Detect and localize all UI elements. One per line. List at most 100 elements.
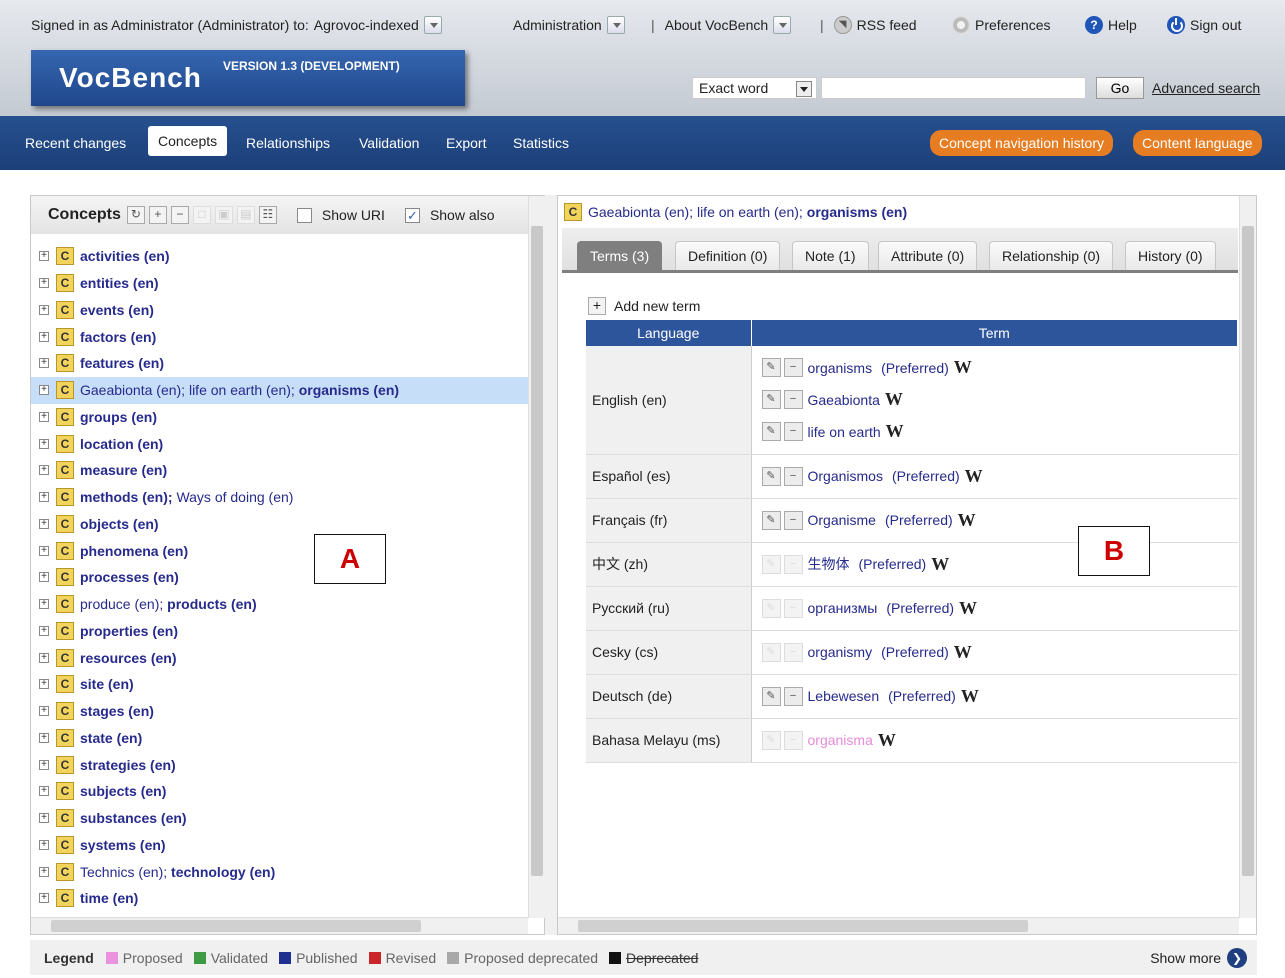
tree-item[interactable]: + Ctime (en)	[31, 885, 531, 912]
remove-icon[interactable]: −	[783, 466, 803, 486]
expand-icon[interactable]: +	[39, 893, 49, 904]
tab-note[interactable]: Note (1)	[792, 241, 869, 270]
tree-item[interactable]: + Cmeasure (en)	[31, 457, 531, 484]
tree-item[interactable]: + Cevents (en)	[31, 297, 531, 324]
expand-icon[interactable]: +	[39, 251, 49, 262]
expand-icon[interactable]: +	[39, 331, 49, 342]
term-value[interactable]: Organismos	[808, 468, 883, 484]
nav-recent-changes[interactable]: Recent changes	[25, 135, 126, 151]
expand-icon[interactable]: +	[39, 411, 49, 422]
tree-item[interactable]: + Cstate (en)	[31, 725, 531, 752]
remove-icon[interactable]: −	[783, 422, 803, 442]
scrollbar-thumb[interactable]	[578, 920, 1028, 932]
expand-icon[interactable]: +	[39, 866, 49, 877]
tab-history[interactable]: History (0)	[1125, 241, 1216, 270]
tree-item[interactable]: + Cgroups (en)	[31, 404, 531, 431]
tree-item[interactable]: + C Gaeabionta (en); life on earth (en); o…	[31, 376, 531, 404]
show-more-button[interactable]: Show more ❯	[1150, 948, 1247, 968]
concept-tree-vertical-scrollbar[interactable]	[528, 196, 545, 918]
expand-icon[interactable]: +	[39, 545, 49, 556]
go-button[interactable]: Go	[1096, 77, 1144, 99]
expand-icon[interactable]: +	[39, 385, 49, 396]
term-value[interactable]: Lebewesen	[808, 688, 880, 704]
expand-icon[interactable]: +	[39, 465, 49, 476]
edit-icon[interactable]: ✎	[761, 390, 781, 410]
concept-tree-horizontal-scrollbar[interactable]	[31, 917, 528, 934]
tree-item[interactable]: + Cproperties (en)	[31, 618, 531, 645]
remove-icon[interactable]: −	[783, 598, 803, 618]
remove-icon[interactable]: −	[783, 358, 803, 378]
scrollbar-thumb[interactable]	[531, 226, 543, 876]
term-value[interactable]: organismy	[808, 644, 873, 660]
tree-item[interactable]: + Cfeatures (en)	[31, 350, 531, 377]
copy-icon[interactable]: □	[192, 206, 211, 224]
tree-item[interactable]: + Cphenomena (en)	[31, 537, 531, 564]
wikipedia-icon[interactable]: W	[885, 389, 903, 410]
expand-icon[interactable]: +	[39, 572, 49, 583]
expand-icon[interactable]: +	[39, 679, 49, 690]
tree-item[interactable]: + Csubjects (en)	[31, 778, 531, 805]
preferences-link[interactable]: Preferences	[952, 16, 1050, 34]
concept-navigation-history-button[interactable]: Concept navigation history	[930, 130, 1113, 156]
sign-out-link[interactable]: Sign out	[1167, 16, 1241, 34]
expand-icon[interactable]: +	[39, 358, 49, 369]
expand-icon[interactable]: +	[39, 625, 49, 636]
show-uri-checkbox[interactable]	[296, 207, 312, 223]
tree-item[interactable]: + Cproduce (en); products (en)	[31, 591, 531, 618]
edit-icon[interactable]: ✎	[761, 466, 781, 486]
about-menu[interactable]: | About VocBench	[651, 16, 792, 34]
tab-definition[interactable]: Definition (0)	[675, 241, 781, 270]
edit-icon[interactable]: ✎	[761, 730, 781, 750]
wikipedia-icon[interactable]: W	[954, 642, 972, 663]
nav-validation[interactable]: Validation	[359, 135, 419, 151]
wikipedia-icon[interactable]: W	[959, 598, 977, 619]
wikipedia-icon[interactable]: W	[965, 466, 983, 487]
remove-icon[interactable]: −	[783, 642, 803, 662]
detail-vertical-scrollbar[interactable]	[1239, 196, 1256, 918]
tree-item[interactable]: + Cactivities (en)	[31, 243, 531, 270]
term-value[interactable]: Gaeabionta	[808, 392, 880, 408]
add-concept-icon[interactable]: +	[148, 206, 167, 224]
wikipedia-icon[interactable]: W	[961, 686, 979, 707]
search-input[interactable]	[821, 77, 1086, 99]
tree-item[interactable]: + Centities (en)	[31, 270, 531, 297]
wikipedia-icon[interactable]: W	[878, 730, 896, 751]
tree-item[interactable]: + Csystems (en)	[31, 832, 531, 859]
expand-icon[interactable]: +	[39, 786, 49, 797]
remove-icon[interactable]: −	[783, 554, 803, 574]
administration-menu[interactable]: Administration	[513, 16, 625, 34]
wikipedia-icon[interactable]: W	[886, 421, 904, 442]
move-icon[interactable]: ▣	[214, 206, 233, 224]
wikipedia-icon[interactable]: W	[958, 510, 976, 531]
refresh-icon[interactable]: ↻	[126, 206, 145, 224]
term-value[interactable]: organisms	[808, 360, 873, 376]
tree-item[interactable]: + Cmethods (en); Ways of doing (en)	[31, 484, 531, 511]
expand-icon[interactable]: +	[39, 759, 49, 770]
content-language-button[interactable]: Content language	[1133, 130, 1262, 156]
tab-attribute[interactable]: Attribute (0)	[878, 241, 978, 270]
advanced-search-link[interactable]: Advanced search	[1152, 80, 1260, 96]
tree-item[interactable]: + Cobjects (en)	[31, 511, 531, 538]
tree-item[interactable]: + Cfactors (en)	[31, 323, 531, 350]
expand-icon[interactable]: +	[39, 839, 49, 850]
term-value[interactable]: Organisme	[808, 512, 876, 528]
expand-icon[interactable]: +	[39, 518, 49, 529]
tree-item[interactable]: + C Technics (en); technology (en)	[31, 858, 531, 885]
nav-concepts[interactable]: Concepts	[148, 126, 228, 156]
remove-icon[interactable]: −	[783, 390, 803, 410]
project-dropdown-icon[interactable]	[423, 16, 442, 34]
help-link[interactable]: ? Help	[1085, 16, 1137, 34]
show-also-checkbox[interactable]	[404, 207, 420, 223]
nav-relationships[interactable]: Relationships	[246, 135, 330, 151]
tree-item[interactable]: + Clocation (en)	[31, 430, 531, 457]
scrollbar-thumb[interactable]	[1242, 226, 1254, 876]
tree-item[interactable]: + Cprocesses (en)	[31, 564, 531, 591]
detail-horizontal-scrollbar[interactable]	[558, 917, 1239, 934]
tab-relationship[interactable]: Relationship (0)	[989, 241, 1114, 270]
expand-icon[interactable]: +	[39, 652, 49, 663]
edit-icon[interactable]: ✎	[761, 598, 781, 618]
remove-icon[interactable]: −	[783, 730, 803, 750]
tree-item[interactable]: + Csite (en)	[31, 671, 531, 698]
expand-icon[interactable]: +	[39, 438, 49, 449]
expand-icon[interactable]: +	[39, 732, 49, 743]
